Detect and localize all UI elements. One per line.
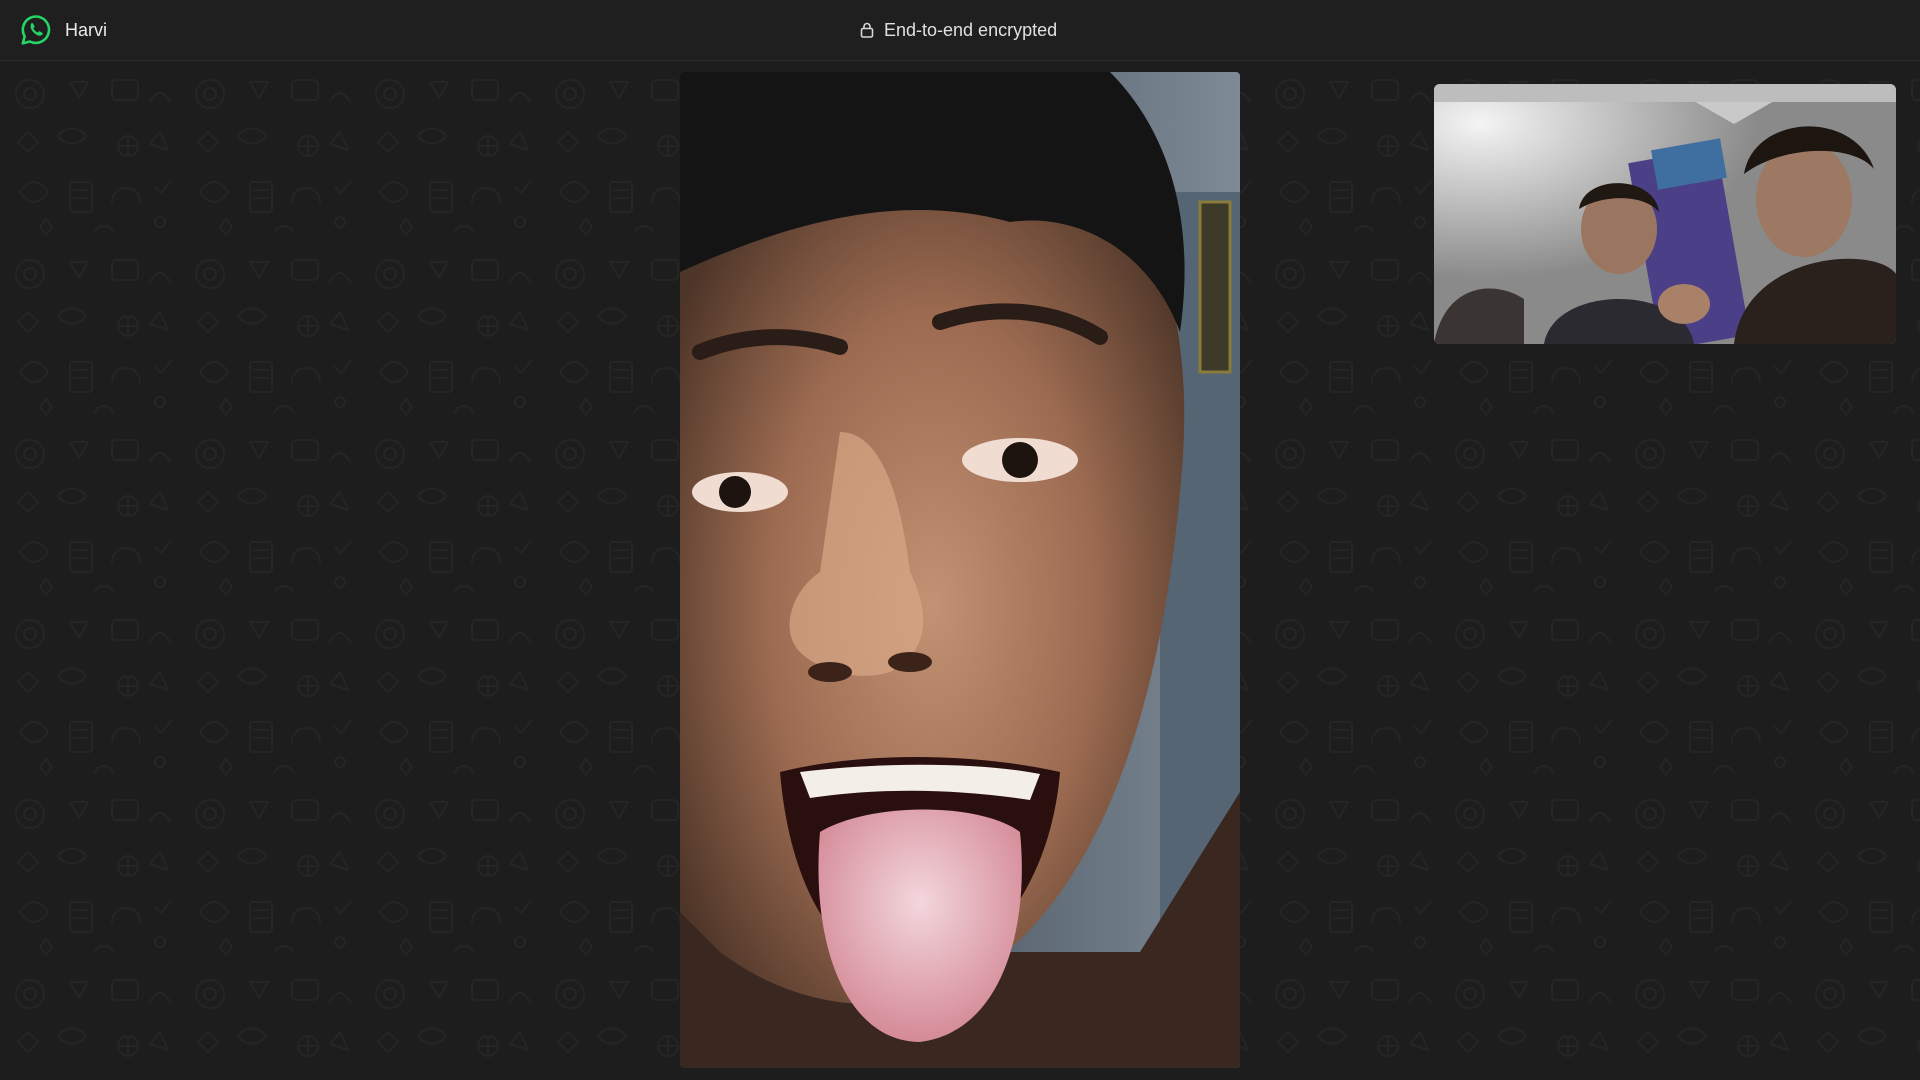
remote-video-feed (680, 72, 1240, 1068)
self-view-video-feed (1434, 84, 1896, 344)
whatsapp-logo-icon (20, 14, 52, 46)
lock-icon (860, 22, 874, 38)
title-bar: Harvi End-to-end encrypted (0, 0, 1920, 61)
encryption-status: End-to-end encrypted (860, 19, 1057, 41)
caller-name: Harvi (65, 20, 108, 40)
call-stage (0, 62, 1920, 1080)
encryption-label: End-to-end encrypted (884, 19, 1058, 40)
